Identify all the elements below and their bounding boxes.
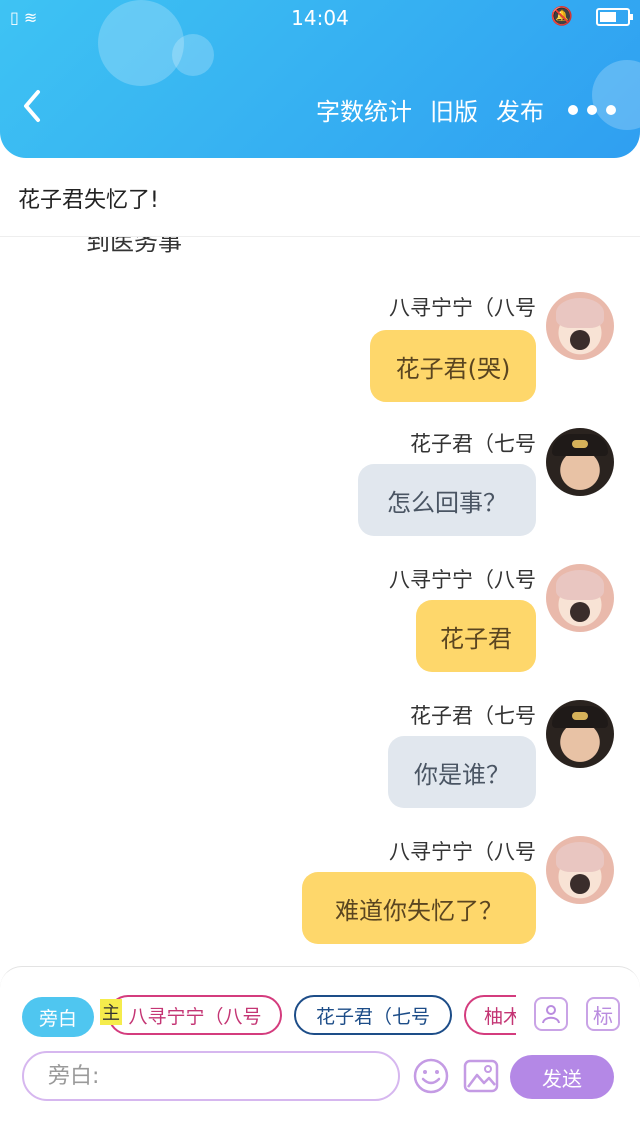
back-chevron-icon[interactable] — [22, 86, 44, 126]
message-input[interactable] — [22, 1051, 400, 1101]
main-character-badge: 主 — [100, 999, 122, 1025]
status-right: 🔕 — [550, 6, 633, 27]
more-icon[interactable] — [568, 104, 616, 115]
message-bubble[interactable]: 你是谁？ — [388, 736, 536, 808]
nene-avatar[interactable] — [546, 836, 614, 904]
speaker-name: 八寻宁宁（八号 — [389, 840, 536, 864]
status-time: 14:04 — [291, 6, 349, 30]
character-chip-yugi[interactable]: 柚木 — [464, 995, 516, 1035]
character-chip-nene[interactable]: 八寻宁宁（八号 — [108, 995, 282, 1035]
nene-avatar[interactable] — [546, 564, 614, 632]
partial-message-text: 到医务事 — [86, 236, 182, 256]
send-button[interactable]: 发送 — [510, 1055, 614, 1099]
hanako-avatar[interactable] — [546, 428, 614, 496]
nene-avatar[interactable] — [546, 292, 614, 360]
header-actions: 字数统计 旧版 发布 — [298, 92, 616, 127]
message-bubble[interactable]: 花子君 — [416, 600, 536, 672]
add-character-icon[interactable] — [534, 997, 568, 1031]
speaker-name: 八寻宁宁（八号 — [389, 568, 536, 592]
publish-button[interactable]: 发布 — [496, 92, 544, 127]
old-version-button[interactable]: 旧版 — [430, 92, 478, 127]
chat-area[interactable]: 到医务事 八寻宁宁（八号 花子君(哭) 花子君（七号 怎么回事？ 八寻宁宁（八号… — [0, 236, 640, 966]
narration-chip[interactable]: 旁白 — [22, 997, 94, 1037]
compose-panel: 旁白 八寻宁宁（八号 主 花子君（七号 柚木 标 发送 — [0, 966, 640, 1139]
emoji-icon[interactable] — [412, 1057, 450, 1095]
message-bubble[interactable]: 怎么回事？ — [358, 464, 536, 536]
app-header: ▯ ≋ 14:04 🔕 字数统计 旧版 发布 — [0, 0, 640, 158]
hanako-avatar[interactable] — [546, 700, 614, 768]
story-title-bar: 花子君失忆了! — [0, 158, 640, 237]
story-title[interactable]: 花子君失忆了! — [18, 182, 159, 214]
character-chip-hanako[interactable]: 花子君（七号 — [294, 995, 452, 1035]
status-bar: ▯ ≋ 14:04 🔕 — [0, 0, 640, 36]
decor-bubble — [172, 34, 214, 76]
word-count-button[interactable]: 字数统计 — [316, 92, 412, 127]
speaker-name: 花子君（七号 — [410, 432, 536, 456]
message-bubble[interactable]: 花子君(哭) — [370, 330, 536, 402]
tag-icon[interactable]: 标 — [586, 997, 620, 1031]
image-icon[interactable] — [462, 1057, 500, 1095]
speaker-name: 花子君（七号 — [410, 704, 536, 728]
speaker-name: 八寻宁宁（八号 — [389, 296, 536, 320]
message-bubble[interactable]: 难道你失忆了？ — [302, 872, 536, 944]
mute-bell-icon: 🔕 — [550, 6, 573, 27]
battery-icon — [596, 7, 633, 26]
